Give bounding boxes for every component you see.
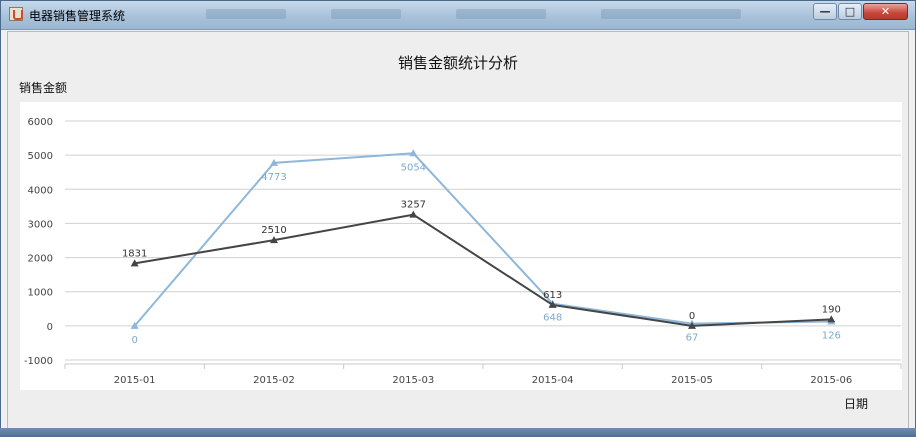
x-tick-label: 2015-04 — [532, 375, 574, 386]
series-1-data-label: 5054 — [401, 162, 426, 173]
java-app-icon — [9, 7, 23, 21]
y-tick-label: 5000 — [28, 151, 53, 162]
app-window: 电器销售管理系统 — □ ✕ 销售金额统计分析 销售金额 6000 5000 400… — [0, 0, 916, 437]
maximize-icon: □ — [844, 5, 856, 18]
series-2-data-label: 0 — [689, 311, 695, 322]
minimize-button[interactable]: — — [813, 3, 837, 20]
series-1-data-label: 126 — [822, 331, 841, 342]
title-bar[interactable]: 电器销售管理系统 — □ ✕ — [1, 1, 915, 30]
close-icon: ✕ — [880, 5, 891, 18]
x-tick-label: 2015-06 — [810, 375, 852, 386]
series-2-data-label: 1831 — [122, 248, 147, 259]
x-tick-label: 2015-01 — [114, 375, 156, 386]
minimize-icon: — — [819, 5, 831, 18]
window-title: 电器销售管理系统 — [29, 9, 126, 23]
series-2-line — [134, 213, 832, 327]
close-button[interactable]: ✕ — [863, 3, 908, 20]
x-tick-label: 2015-02 — [253, 375, 295, 386]
y-tick-label: 1000 — [28, 288, 53, 299]
background-window-tab-ghost — [601, 9, 741, 19]
series-1-line — [133, 152, 832, 327]
series-1-data-label: 0 — [131, 335, 137, 346]
y-tick-label: 4000 — [28, 185, 53, 196]
series-1-data-label: 67 — [686, 333, 699, 344]
y-tick-label: 2000 — [28, 254, 53, 265]
maximize-button[interactable]: □ — [838, 3, 862, 20]
series-2-data-label: 190 — [822, 304, 841, 315]
series-1-data-label: 4773 — [261, 172, 286, 183]
taskbar-edge — [0, 428, 916, 437]
x-axis-label: 日期 — [844, 397, 869, 411]
x-tick-label: 2015-05 — [671, 375, 713, 386]
y-tick-label: 3000 — [28, 219, 53, 230]
y-tick-label: 6000 — [28, 117, 53, 128]
background-window-tab-ghost — [331, 9, 401, 19]
series-2-data-label: 3257 — [401, 200, 426, 211]
series-2-data-label: 613 — [543, 290, 562, 301]
y-tick-label: -1000 — [24, 356, 53, 367]
chart-panel: 销售金额统计分析 销售金额 6000 5000 4000 3000 2000 1000 0-… — [7, 31, 909, 429]
y-tick-label: 0 — [47, 322, 53, 333]
series-1-data-label: 648 — [543, 313, 562, 324]
x-tick-label: 2015-03 — [392, 375, 434, 386]
series-2-data-label: 2510 — [261, 225, 286, 236]
background-window-tab-ghost — [456, 9, 546, 19]
background-window-tab-ghost — [206, 9, 286, 19]
line-chart: 6000 5000 4000 3000 2000 1000 0 -1000 2015-01 201… — [24, 117, 902, 386]
